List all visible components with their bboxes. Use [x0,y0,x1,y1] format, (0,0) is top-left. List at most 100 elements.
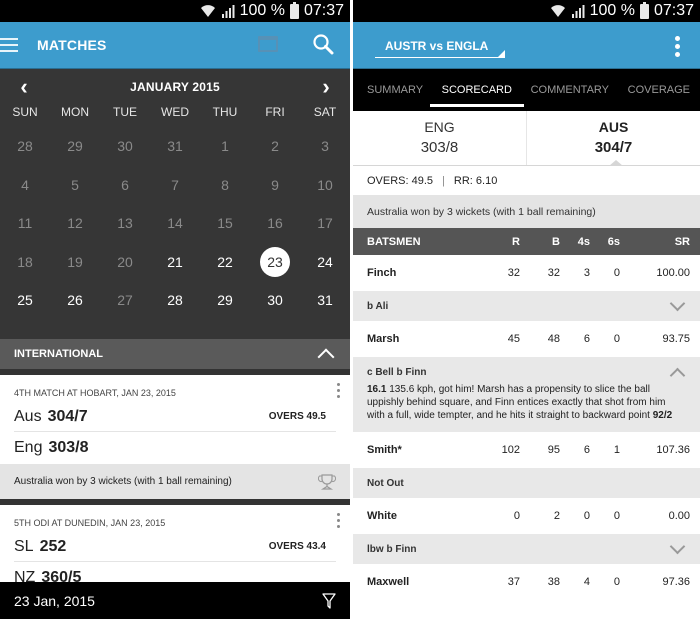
day-number: 13 [117,215,133,232]
batsman-name: Maxwell [367,576,410,588]
signal-icon [221,4,235,18]
innings-team: AUS [598,119,629,135]
chevron-down-icon[interactable] [669,538,686,554]
calendar-day[interactable]: 18 [0,243,50,282]
clock: 07:37 [303,2,344,19]
calendar-day[interactable]: 14 [150,204,200,243]
app-bar: MATCHES [0,22,350,69]
batsman-row[interactable]: Smith* 102 95 6 1 107.36 [353,432,700,468]
more-vert-icon[interactable] [675,36,680,57]
chevron-up-icon[interactable] [669,367,686,383]
calendar-day[interactable]: 8 [200,166,250,205]
calendar-day[interactable]: 13 [100,204,150,243]
date-bar[interactable]: 23 Jan, 2015 [0,582,350,619]
more-vert-icon[interactable] [337,383,340,398]
sixes: 0 [613,333,620,345]
calendar-day[interactable]: 11 [0,204,50,243]
dismissal-row[interactable]: c Bell b Finn 16.1 135.6 kph, got him! Ma… [353,357,700,432]
calendar-day[interactable]: 5 [50,166,100,205]
calendar-day[interactable]: 26 [50,281,100,320]
batsman-row[interactable]: White 0 2 0 0 0.00 [353,498,700,534]
match-card[interactable]: 5TH ODI AT DUNEDIN, JAN 23, 2015 SL 252 O… [0,505,350,594]
fours: 3 [583,267,590,279]
more-vert-icon[interactable] [337,513,340,528]
dismissal-row[interactable]: lbw b Finn [353,534,700,564]
calendar-day[interactable]: 12 [50,204,100,243]
calendar-day[interactable]: 30 [250,281,300,320]
batsmen-list: Finch 32 32 3 0 100.00 b Ali Marsh 45 48 6 0 93.75 c … [353,255,700,600]
balls: 48 [547,333,560,345]
calendar-day[interactable]: 4 [0,166,50,205]
calendar-day[interactable]: 1 [200,127,250,166]
team-row: SL 252 OVERS 43.4 [14,532,336,561]
calendar-day[interactable]: 2 [250,127,300,166]
search-icon[interactable] [312,33,334,55]
day-number: 31 [317,292,333,309]
strike-rate: 93.75 [662,333,690,345]
calendar-day[interactable]: 9 [250,166,300,205]
day-number: 28 [167,292,183,309]
calendar-day[interactable]: 21 [150,243,200,282]
dismissal-row[interactable]: b Ali [353,291,700,321]
filter-icon[interactable] [322,592,336,609]
calendar-day[interactable]: 30 [100,127,150,166]
day-number: 29 [217,292,233,309]
calendar-day[interactable]: 31 [150,127,200,166]
calendar-day[interactable]: 7 [150,166,200,205]
chevron-down-icon[interactable] [669,295,686,311]
menu-icon[interactable] [0,38,18,52]
calendar-day[interactable]: 20 [100,243,150,282]
calendar-day[interactable]: 10 [300,166,350,205]
day-number: 11 [17,215,33,232]
tab-summary[interactable]: SUMMARY [367,69,423,111]
commentary-score: 92/2 [652,410,673,421]
calendar-day[interactable]: 22 [200,243,250,282]
section-header-international[interactable]: INTERNATIONAL [0,339,350,369]
dismissal-text: Not Out [367,477,404,489]
innings-eng[interactable]: ENG 303/8 [353,111,526,165]
day-number: 30 [267,292,283,309]
calendar-day[interactable]: 15 [200,204,250,243]
day-number: 9 [271,176,279,193]
calendar-icon[interactable] [258,36,278,52]
day-number: 18 [17,253,33,270]
runs: 0 [513,510,520,522]
tab-scorecard[interactable]: SCORECARD [429,69,525,111]
calendar-day[interactable]: 24 [300,243,350,282]
chevron-up-icon[interactable] [317,348,335,366]
tab-commentary[interactable]: COMMENTARY [531,69,609,111]
calendar-day[interactable]: 29 [50,127,100,166]
calendar-day[interactable]: 28 [0,127,50,166]
calendar-day[interactable]: 6 [100,166,150,205]
run-rate: RR: 6.10 [453,174,498,187]
dismissal-row: Not Out [353,468,700,498]
innings-aus[interactable]: AUS 304/7 [526,111,700,165]
batsman-name: White [367,510,397,522]
calendar-day[interactable]: 29 [200,281,250,320]
section-label: INTERNATIONAL [14,348,104,360]
calendar-day[interactable]: 27 [100,281,150,320]
calendar-day[interactable]: 28 [150,281,200,320]
calendar-day[interactable]: 19 [50,243,100,282]
calendar-day[interactable]: 17 [300,204,350,243]
sixes: 0 [613,510,620,522]
calendar-day[interactable]: 31 [300,281,350,320]
batsman-row[interactable]: Finch 32 32 3 0 100.00 [353,255,700,291]
calendar-day[interactable]: 25 [0,281,50,320]
day-number: 4 [21,176,29,193]
calendar-day-selected[interactable]: 23 [250,243,300,282]
tab-coverage[interactable]: COVERAGE [628,69,690,111]
batsman-row[interactable]: Maxwell 37 38 4 0 97.36 [353,564,700,600]
team-name: SL [14,537,34,555]
calendar-day[interactable]: 3 [300,127,350,166]
batsman-row[interactable]: Marsh 45 48 6 0 93.75 [353,321,700,357]
overs-summary: OVERS: 49.5 | RR: 6.10 [353,166,700,195]
weekday-label: SUN [12,105,38,119]
chevron-left-icon[interactable]: ‹ [14,76,34,98]
match-card[interactable]: 4TH MATCH AT HOBART, JAN 23, 2015 Aus 304… [0,375,350,464]
calendar-day[interactable]: 16 [250,204,300,243]
match-selector-dropdown[interactable]: AUSTR vs ENGLA [375,39,505,58]
separator: | [442,174,445,187]
day-number: 19 [67,253,83,270]
chevron-right-icon[interactable]: › [316,76,336,98]
